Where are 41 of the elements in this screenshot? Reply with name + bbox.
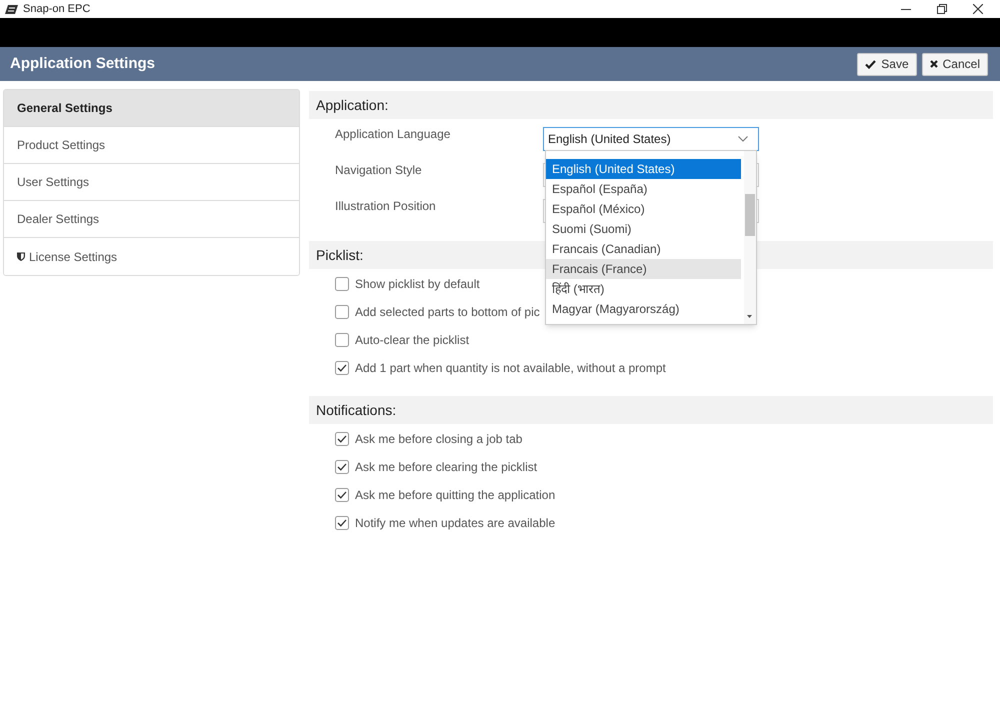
section-title: Notifications: xyxy=(316,400,396,420)
field-label: Illustration Position xyxy=(334,199,437,213)
close-icon xyxy=(973,4,983,14)
checked-checkbox[interactable] xyxy=(335,361,349,375)
shield-icon xyxy=(17,252,25,261)
scrollbar-thumb[interactable] xyxy=(745,194,755,236)
sidebar-item[interactable]: General Settings xyxy=(4,90,299,127)
select-field[interactable]: English (United States) xyxy=(543,127,759,151)
app-logo-icon xyxy=(5,4,18,14)
checkbox-label: Ask me before quitting the application xyxy=(355,487,556,504)
check-icon xyxy=(865,60,876,68)
page-title: Application Settings xyxy=(10,54,156,74)
save-button[interactable]: Save xyxy=(857,52,917,76)
checkbox-label: Notify me when updates are available xyxy=(355,515,556,532)
chevron-down-icon xyxy=(738,136,748,142)
cancel-button[interactable]: Cancel xyxy=(922,52,988,76)
close-icon xyxy=(930,60,938,68)
restore-icon xyxy=(937,4,947,14)
checked-checkbox[interactable] xyxy=(335,488,349,502)
section-title: Picklist: xyxy=(316,246,364,264)
dropdown-option[interactable]: Francais (France) xyxy=(546,259,741,279)
field-label: Application Language xyxy=(334,127,452,141)
checkbox[interactable] xyxy=(335,305,349,319)
checkbox-label: Add 1 part when quantity is not available, without a prompt xyxy=(355,360,666,377)
checked-checkbox[interactable] xyxy=(335,432,349,446)
checkbox-label: Show picklist by default xyxy=(355,276,480,293)
window-title: Snap-on EPC xyxy=(23,4,90,14)
checkbox-label: Auto-clear the picklist xyxy=(355,332,470,349)
field-label: Navigation Style xyxy=(334,163,423,177)
checkbox[interactable] xyxy=(335,333,349,347)
scrollbar[interactable] xyxy=(744,151,756,324)
checkbox-label: Ask me before closing a job tab xyxy=(355,431,522,448)
minimize-icon xyxy=(901,8,911,10)
section-title: Application: xyxy=(316,96,388,115)
checkbox[interactable] xyxy=(335,277,349,291)
checkbox-label: Ask me before clearing the picklist xyxy=(355,459,538,476)
checkbox-label: Add selected parts to bottom of pic xyxy=(355,304,540,321)
checked-checkbox[interactable] xyxy=(335,516,349,530)
dropdown-option[interactable]: English (United States) xyxy=(546,159,741,179)
checked-checkbox[interactable] xyxy=(335,460,349,474)
scroll-down-arrow-icon xyxy=(747,315,752,318)
